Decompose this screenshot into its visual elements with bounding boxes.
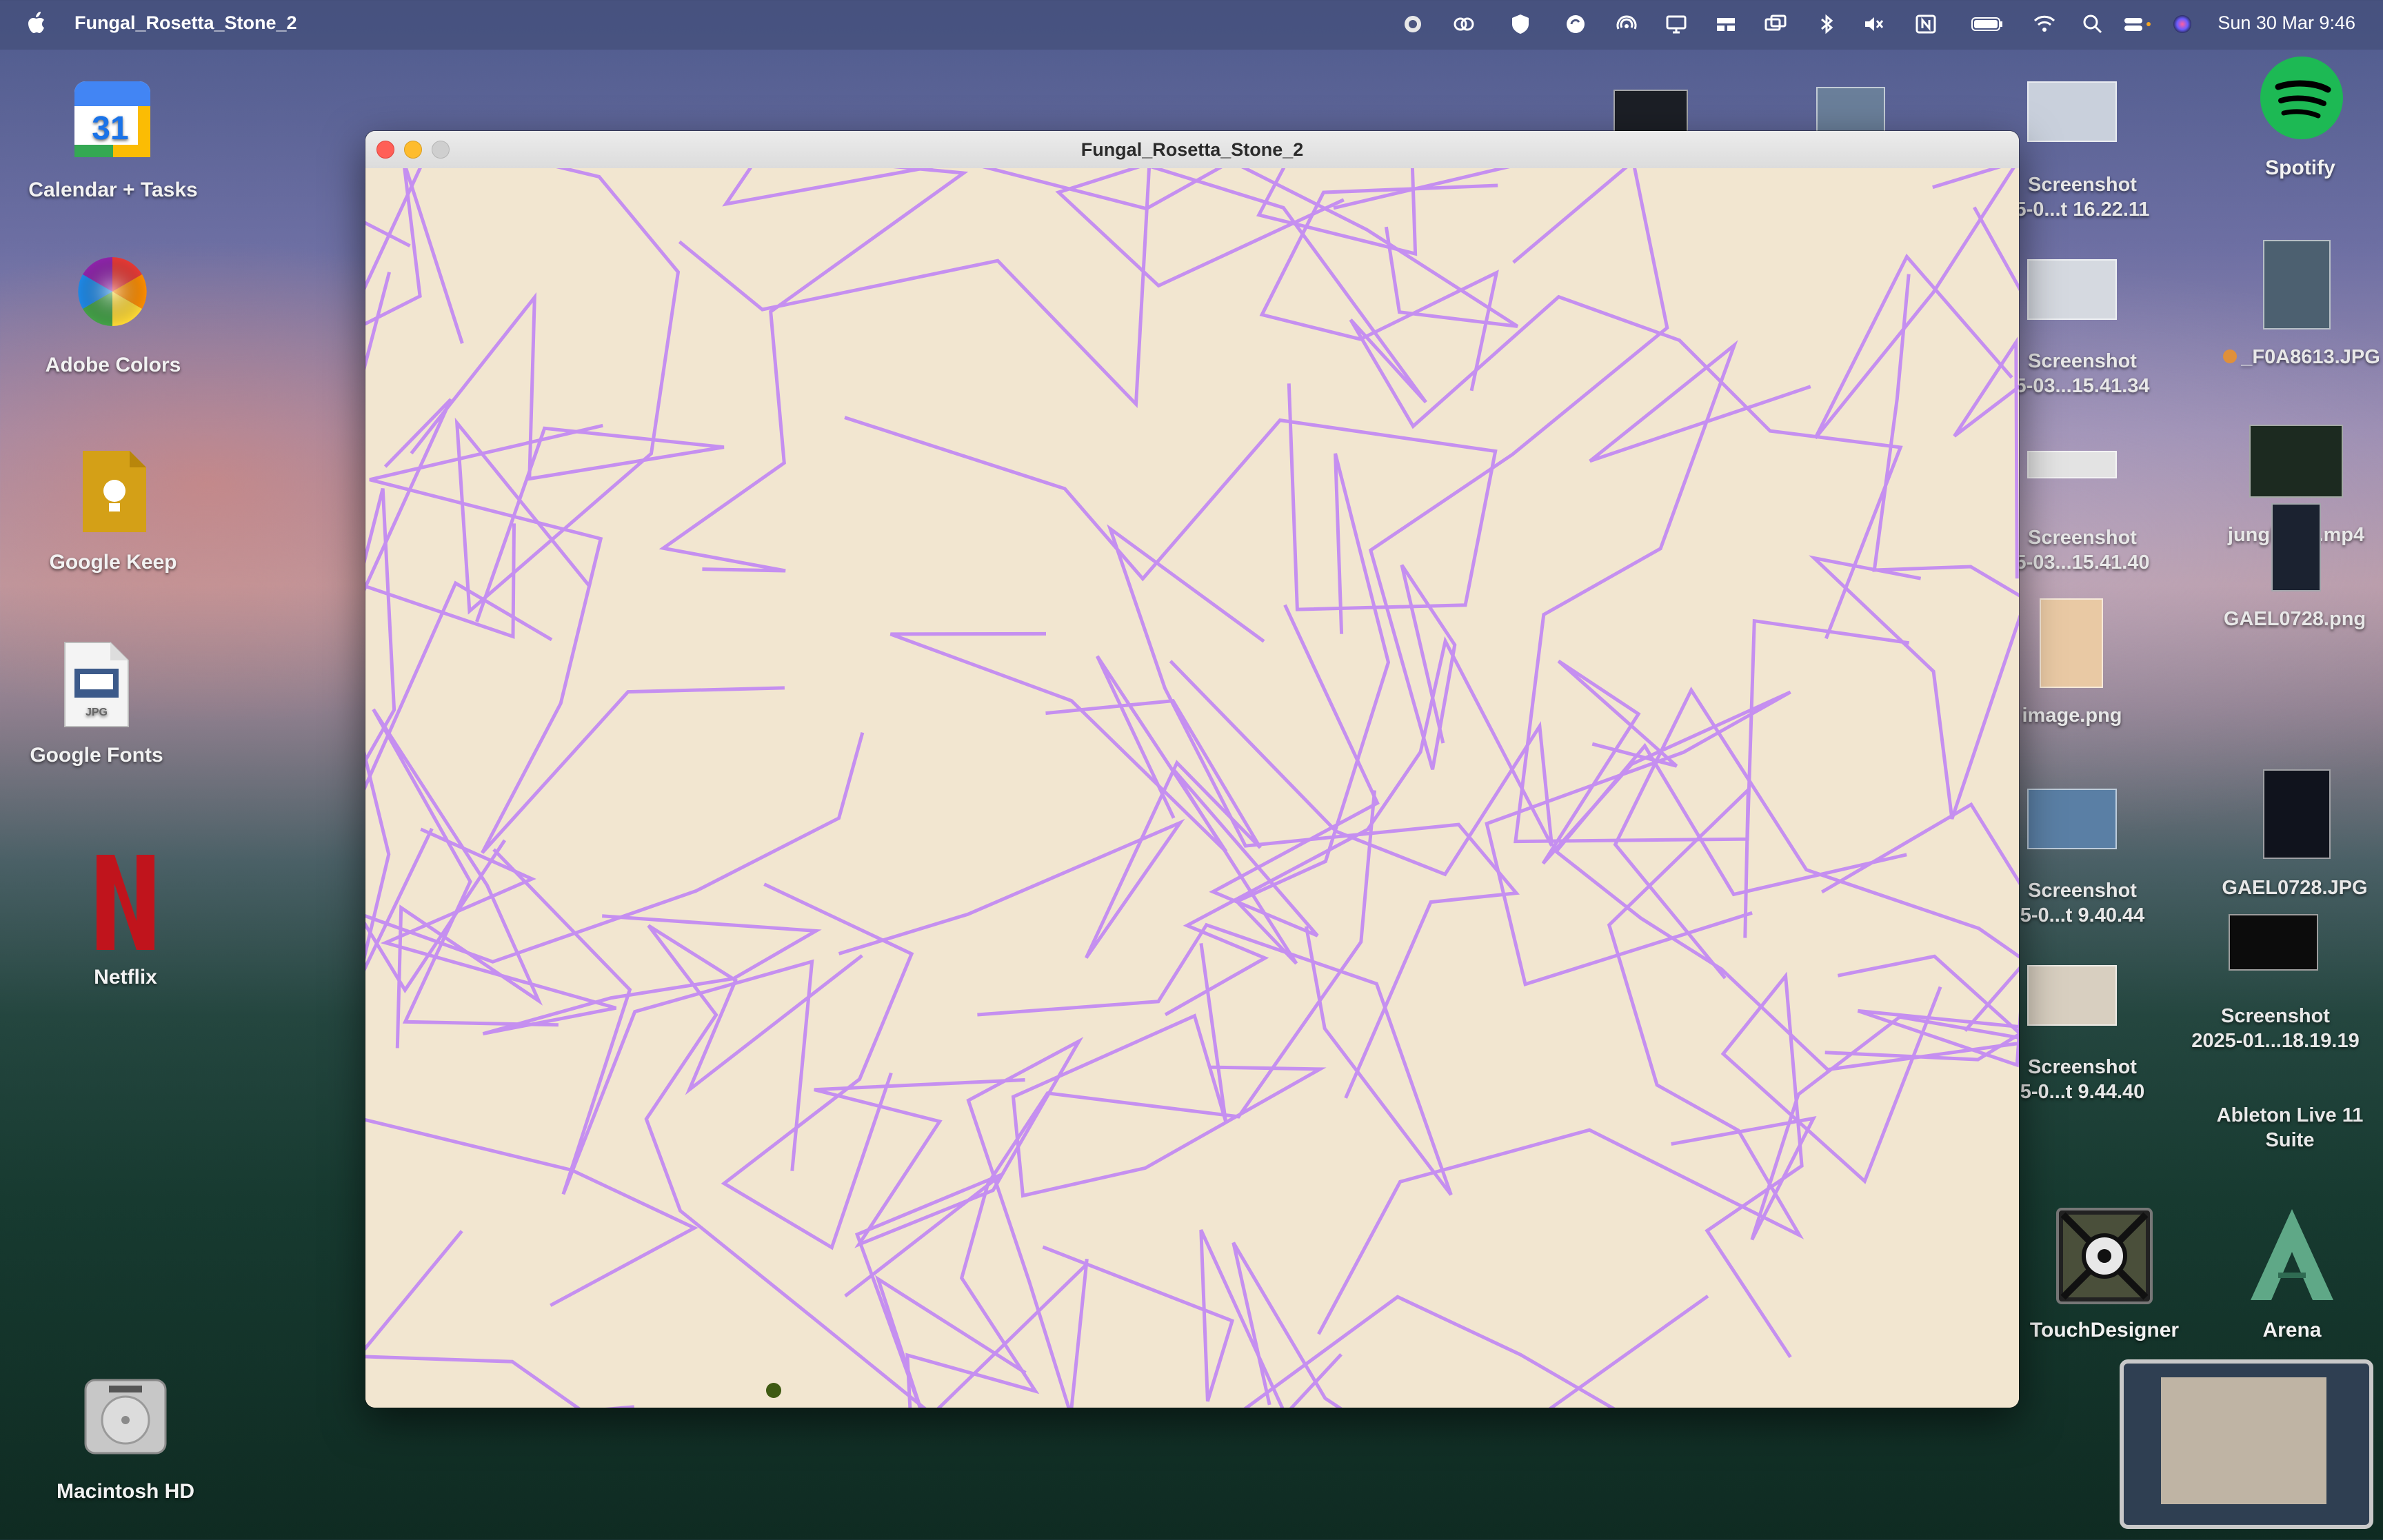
screenshot-thumbnail[interactable] — [2027, 965, 2117, 1026]
bluetooth-icon[interactable] — [1815, 12, 1838, 36]
svg-text:JPG: JPG — [86, 707, 108, 718]
airdrop-icon[interactable] — [1615, 12, 1638, 36]
window-titlebar[interactable]: Fungal_Rosetta_Stone_2 — [365, 131, 2019, 169]
battery-icon[interactable] — [1971, 12, 2004, 36]
desktop-icon-label: Adobe Colors — [45, 354, 181, 376]
input-source-icon[interactable] — [1914, 12, 1938, 36]
desktop-icon-label: Calendar + Tasks — [28, 179, 198, 201]
image-label[interactable]: image.png — [2013, 703, 2131, 728]
desktop-icon-netflix[interactable]: Netflix — [70, 852, 181, 990]
display-icon[interactable] — [1665, 12, 1688, 36]
control-center-icon[interactable] — [2122, 12, 2155, 36]
hard-drive-icon — [84, 1379, 167, 1455]
screenshot-label[interactable]: Screenshot 2025-01...18.19.19 — [2172, 1004, 2379, 1053]
preview-window — [2161, 1377, 2326, 1504]
image-label[interactable]: GAEL0728.png — [2204, 607, 2383, 631]
screenshot-thumbnail[interactable] — [2027, 259, 2117, 320]
sketch-canvas[interactable] — [365, 168, 2019, 1408]
app-window[interactable]: Fungal_Rosetta_Stone_2 — [365, 131, 2019, 1408]
netflix-icon — [97, 855, 154, 950]
ableton-live-label[interactable]: Ableton Live 11 Suite — [2183, 1103, 2383, 1153]
creative-cloud-icon[interactable] — [1452, 12, 1476, 36]
color-wheel-icon — [78, 257, 147, 326]
mute-icon[interactable] — [1862, 12, 1885, 36]
jpg-file-icon: JPG — [64, 642, 129, 727]
photo-thumbnail[interactable] — [2263, 240, 2331, 330]
touchdesigner-icon — [2056, 1208, 2153, 1304]
desktop-icon-macintosh-hd[interactable]: Macintosh HD — [57, 1372, 194, 1510]
desktop-icon-spotify[interactable]: Spotify — [2245, 55, 2355, 193]
stage-manager-icon[interactable] — [1714, 12, 1738, 36]
desktop-icon-arena[interactable]: Arena — [2237, 1206, 2347, 1344]
sync-icon[interactable] — [1564, 12, 1587, 36]
desktop-icon-label: Spotify — [2265, 156, 2335, 179]
screen-mirroring-icon[interactable] — [1764, 12, 1787, 36]
sketch-dot — [766, 1383, 781, 1398]
image-thumbnail[interactable] — [2040, 598, 2103, 688]
svg-text:31: 31 — [92, 110, 128, 147]
screenshot-thumbnail[interactable] — [2229, 914, 2318, 971]
photo-label[interactable]: GAEL0728.JPG — [2204, 875, 2383, 900]
desktop-icon-label: Google Keep — [49, 551, 177, 574]
siri-icon[interactable] — [2171, 12, 2194, 36]
desktop-icon-adobe-colors[interactable]: Adobe Colors — [46, 255, 181, 393]
image-thumbnail[interactable] — [2271, 503, 2321, 591]
orange-tag-dot — [2223, 349, 2238, 363]
desktop-thumbnail[interactable] — [1816, 87, 1885, 135]
stage-manager-preview[interactable] — [2120, 1359, 2373, 1529]
screenshot-label[interactable]: Screenshot 5-0...t 9.40.44 — [2013, 878, 2151, 928]
menu-bar: Fungal_Rosetta_Stone_2 Sun 30 Mar 9:46 — [0, 0, 2383, 50]
menu-bar-clock[interactable]: Sun 30 Mar 9:46 — [2218, 12, 2355, 34]
wifi-icon[interactable] — [2033, 12, 2056, 36]
screenshot-label[interactable]: Screenshot 5-03...15.41.40 — [2013, 525, 2151, 575]
spotlight-icon[interactable] — [2081, 12, 2104, 36]
apple-icon[interactable] — [25, 10, 50, 37]
desktop-icon-label: Google Fonts — [30, 744, 163, 767]
active-app-name[interactable]: Fungal_Rosetta_Stone_2 — [74, 12, 297, 34]
desktop-icon-google-keep[interactable]: Google Keep — [49, 447, 177, 585]
screenshot-label[interactable]: Screenshot 5-0...t 9.44.40 — [2013, 1055, 2151, 1104]
record-icon[interactable] — [1401, 12, 1425, 36]
desktop-icon-google-fonts[interactable]: JPG Google Fonts — [30, 640, 163, 778]
screenshot-thumbnail[interactable] — [2027, 789, 2117, 849]
window-title: Fungal_Rosetta_Stone_2 — [1080, 139, 1304, 160]
photo-label[interactable]: _F0A8613.JPG — [2220, 345, 2383, 369]
screenshot-label[interactable]: Screenshot 5-03...15.41.34 — [2013, 349, 2151, 398]
screenshot-thumbnail[interactable] — [2027, 451, 2117, 478]
desktop-icon-touchdesigner[interactable]: TouchDesigner — [2030, 1206, 2179, 1344]
photo-thumbnail[interactable] — [2263, 769, 2331, 859]
google-keep-icon — [83, 451, 146, 532]
calendar-icon: 31 — [74, 81, 150, 157]
screenshot-thumbnail[interactable] — [2027, 81, 2117, 142]
screenshot-label[interactable]: Screenshot 5-0...t 16.22.11 — [2013, 172, 2151, 222]
shield-icon[interactable] — [1509, 12, 1532, 36]
desktop-icon-label: Arena — [2262, 1319, 2322, 1341]
spotify-icon — [2260, 57, 2343, 139]
desktop-icon-calendar[interactable]: 31 Calendar + Tasks — [28, 77, 198, 215]
desktop-icon-label: Netflix — [94, 966, 157, 989]
desktop-icon-label: Macintosh HD — [56, 1480, 194, 1503]
desktop-thumbnail[interactable] — [1613, 90, 1688, 135]
video-thumbnail[interactable] — [2249, 425, 2343, 498]
arena-icon — [2251, 1209, 2333, 1300]
